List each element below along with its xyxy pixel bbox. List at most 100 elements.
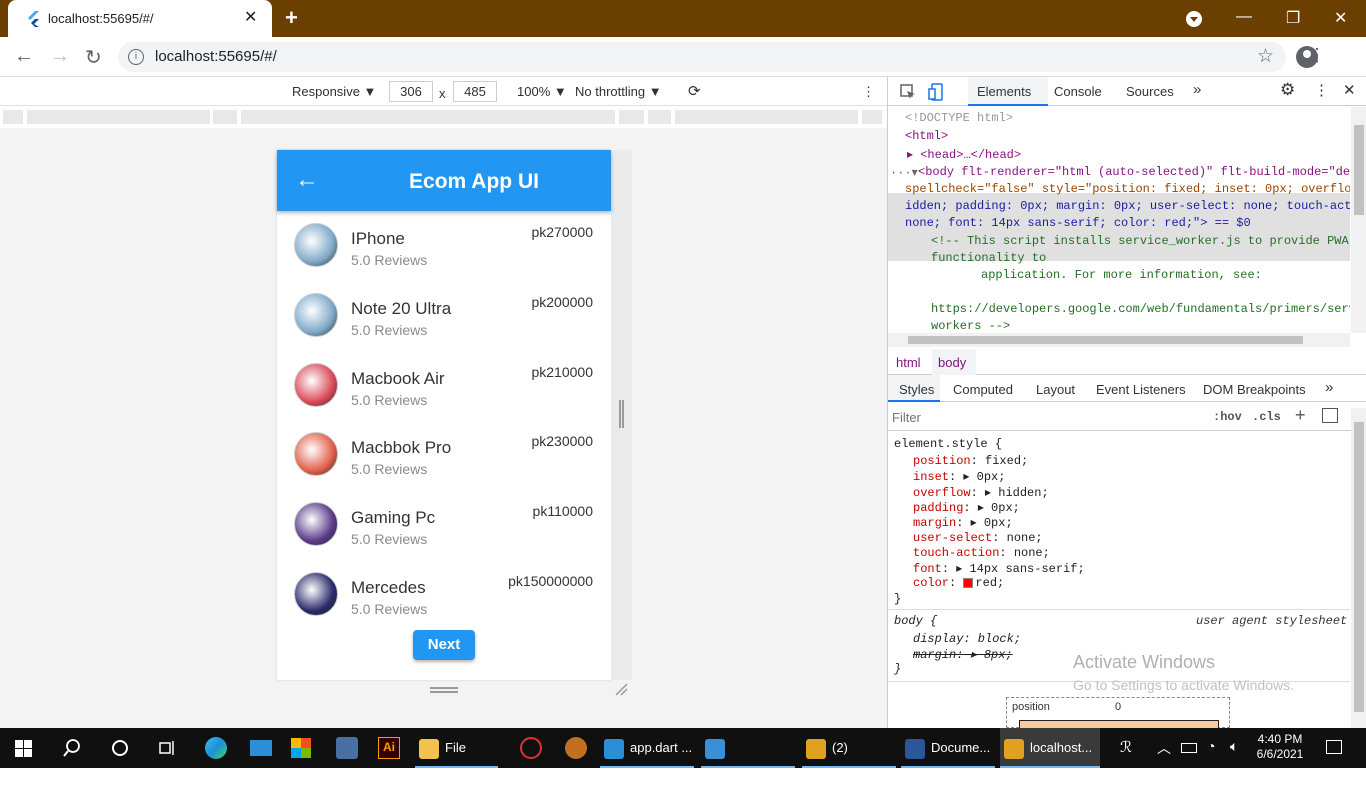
list-item[interactable]: Macbook Air 5.0 Reviews pk210000 <box>277 353 611 423</box>
style-property[interactable]: touch-action: none; <box>913 546 1050 560</box>
info-icon[interactable]: i <box>128 49 144 65</box>
minimize-icon[interactable]: — <box>1236 8 1252 26</box>
style-property[interactable]: inset: ▸ 0px; <box>913 469 1005 484</box>
height-input[interactable]: 485 <box>453 81 497 102</box>
taskbar-app-button[interactable]: File Expl... <box>415 728 498 795</box>
style-property[interactable]: padding: ▸ 0px; <box>913 500 1020 515</box>
body-node-line[interactable]: spellcheck="false" style="position: fixe… <box>905 182 1350 196</box>
cortana-icon[interactable] <box>111 739 129 757</box>
device-mode-select[interactable]: Responsive ▼ <box>292 84 376 99</box>
inspect-icon[interactable] <box>900 84 916 100</box>
windows-start-icon[interactable] <box>15 740 32 757</box>
restore-icon[interactable]: ❐ <box>1286 8 1300 28</box>
style-property[interactable]: font: ▸ 14px sans-serif; <box>913 561 1085 576</box>
taskbar-app-button[interactable]: Screensh... <box>701 728 795 795</box>
back-icon[interactable]: ← <box>14 45 34 68</box>
settings-gear-icon[interactable]: ⚙ <box>1280 80 1295 100</box>
tab-event-listeners[interactable]: Event Listeners <box>1096 382 1186 397</box>
devtools-close-icon[interactable]: ✕ <box>1343 81 1356 99</box>
html-node[interactable]: <html> <box>905 129 948 143</box>
styles-vertical-scrollbar[interactable] <box>1351 408 1366 728</box>
notifications-icon[interactable] <box>1326 740 1342 754</box>
media-query-segment[interactable] <box>213 110 239 124</box>
corner-resize-icon[interactable] <box>614 682 628 696</box>
app-icon-red[interactable] <box>520 737 542 759</box>
tab-sources[interactable]: Sources <box>1126 84 1174 99</box>
body-node-line[interactable]: <body flt-renderer="html (auto-selected)… <box>918 165 1350 179</box>
taskbar-app-button[interactable]: app.dart ... <box>600 728 694 768</box>
task-view-icon[interactable] <box>158 739 176 757</box>
browser-tab[interactable]: localhost:55695/#/ ✕ <box>8 0 272 37</box>
comment-node[interactable]: <!-- This script installs service_worker… <box>931 234 1349 248</box>
breadcrumb-body[interactable]: body <box>938 355 966 370</box>
breadcrumb-html[interactable]: html <box>896 355 921 370</box>
cls-toggle[interactable]: .cls <box>1252 410 1281 424</box>
tab-computed[interactable]: Computed <box>953 382 1013 397</box>
next-button[interactable]: Next <box>413 630 475 660</box>
battery-icon[interactable] <box>1181 743 1197 753</box>
height-resize-handle[interactable] <box>430 687 458 693</box>
store-icon[interactable] <box>291 738 311 758</box>
style-property[interactable]: overflow: ▸ hidden; <box>913 485 1049 500</box>
tray-chevron-icon[interactable]: ︿ <box>1157 738 1171 758</box>
close-window-icon[interactable]: ✕ <box>1334 8 1347 28</box>
app-icon-orange[interactable] <box>565 737 587 759</box>
bookmark-star-icon[interactable]: ☆ <box>1257 45 1274 68</box>
rotate-icon[interactable]: ⟳ <box>688 82 701 100</box>
media-query-segment[interactable] <box>3 110 25 124</box>
new-tab-button[interactable]: + <box>285 5 298 31</box>
list-item[interactable]: Gaming Pc 5.0 Reviews pk110000 <box>277 492 611 562</box>
ua-body-selector[interactable]: body { <box>894 614 937 628</box>
devtools-menu-icon[interactable]: ⋮ <box>1314 81 1329 99</box>
media-query-segment[interactable] <box>619 110 646 124</box>
elements-horizontal-scrollbar[interactable] <box>888 333 1350 347</box>
tab-layout[interactable]: Layout <box>1036 382 1075 397</box>
style-property[interactable]: color: red; <box>913 576 1004 590</box>
edge-icon[interactable] <box>205 737 227 759</box>
illustrator-icon[interactable]: Ai <box>378 737 400 759</box>
toggle-sidebar-icon[interactable] <box>1322 408 1338 423</box>
profile-dropdown-icon[interactable] <box>1186 11 1202 27</box>
list-item[interactable]: Macbbok Pro 5.0 Reviews pk230000 <box>277 422 611 492</box>
people-icon[interactable]: ℛ <box>1120 738 1132 756</box>
app-icon[interactable] <box>336 737 358 759</box>
list-item[interactable]: Note 20 Ultra 5.0 Reviews pk200000 <box>277 283 611 353</box>
style-property[interactable]: position: fixed; <box>913 454 1028 468</box>
taskbar-app-button[interactable]: localhost... <box>1000 728 1100 768</box>
search-icon[interactable] <box>63 739 81 757</box>
media-query-segment[interactable] <box>241 110 617 124</box>
zoom-select[interactable]: 100% ▼ <box>517 84 567 99</box>
more-style-tabs-icon[interactable]: » <box>1325 379 1333 396</box>
style-property[interactable]: user-select: none; <box>913 531 1043 545</box>
elements-vertical-scrollbar[interactable] <box>1351 107 1366 333</box>
browser-menu-icon[interactable]: ⋮ <box>1308 45 1326 66</box>
more-tabs-icon[interactable]: » <box>1193 81 1201 98</box>
width-input[interactable]: 306 <box>389 81 433 102</box>
list-item[interactable]: IPhone 5.0 Reviews pk270000 <box>277 213 611 283</box>
throttling-select[interactable]: No throttling ▼ <box>575 84 662 99</box>
element-style-selector[interactable]: element.style { <box>894 437 1002 451</box>
wifi-icon[interactable]: ◔ <box>1207 738 1215 754</box>
tab-close-icon[interactable]: ✕ <box>244 7 257 27</box>
volume-icon[interactable]: 🔈︎ <box>1230 738 1238 755</box>
mail-icon[interactable] <box>250 740 272 756</box>
list-item[interactable]: Mercedes 5.0 Reviews pk150000000 <box>277 562 611 632</box>
style-property[interactable]: margin: ▸ 0px; <box>913 515 1013 530</box>
body-node-line[interactable]: idden; padding: 0px; margin: 0px; user-s… <box>905 199 1350 213</box>
media-query-segment[interactable] <box>648 110 673 124</box>
taskbar-app-button[interactable]: (2) Saved... <box>802 728 896 795</box>
url-text[interactable]: localhost:55695/#/ <box>155 48 277 65</box>
hov-toggle[interactable]: :hov <box>1213 410 1242 424</box>
tab-dom-breakpoints[interactable]: DOM Breakpoints <box>1203 382 1306 397</box>
head-node[interactable]: ▸ <head>…</head> <box>907 147 1021 162</box>
styles-filter-input[interactable] <box>892 407 1200 427</box>
media-query-segment[interactable] <box>862 110 884 124</box>
taskbar-app-button[interactable]: Docume... <box>901 728 995 768</box>
color-swatch[interactable] <box>963 578 974 589</box>
doctype-node[interactable]: <!DOCTYPE html> <box>905 111 1013 125</box>
media-query-segment[interactable] <box>675 110 860 124</box>
device-more-icon[interactable]: ⋮ <box>862 84 875 100</box>
body-node-line[interactable]: none; font: 14px sans-serif; color: red;… <box>905 216 1251 230</box>
tab-console[interactable]: Console <box>1054 84 1102 99</box>
width-resize-handle[interactable] <box>619 400 624 428</box>
